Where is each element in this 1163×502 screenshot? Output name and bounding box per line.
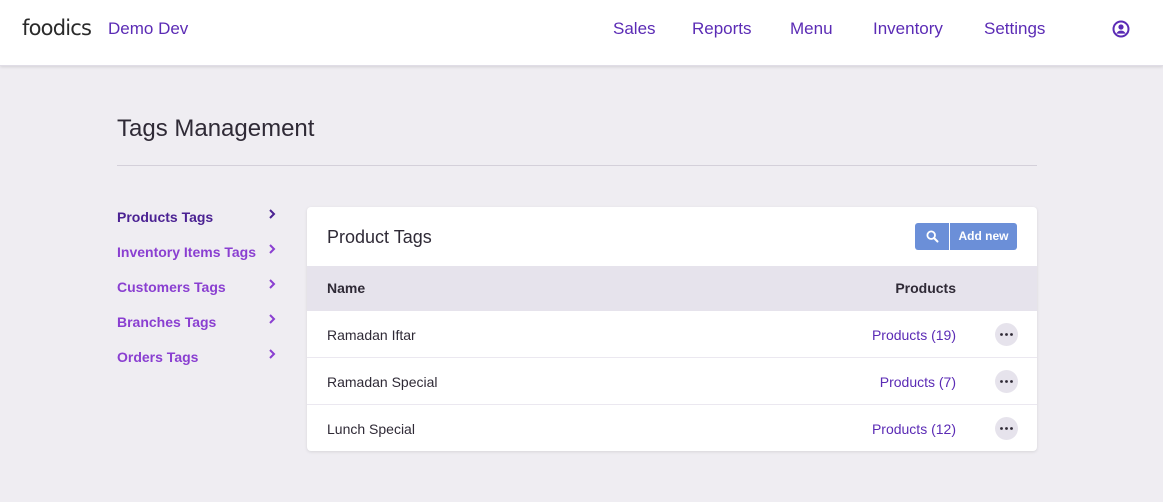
sidebar-item-customers-tags[interactable]: Customers Tags [117,277,279,301]
row-actions-button[interactable] [995,370,1018,393]
products-link[interactable]: Products (19) [872,327,956,343]
sidebar-item-products-tags[interactable]: Products Tags [117,207,279,231]
sidebar-item-orders-tags[interactable]: Orders Tags [117,347,279,371]
product-tags-card: Product Tags Add new Name Products Ramad… [307,207,1037,451]
sidebar-item-label: Customers Tags [117,279,226,295]
user-circle-icon [1112,20,1130,38]
more-horizontal-icon [1000,333,1013,336]
foodics-logo[interactable]: foodics [22,16,92,40]
nav-menu[interactable]: Menu [790,19,833,39]
chevron-right-icon [269,279,276,289]
sidebar-item-label: Branches Tags [117,314,217,330]
top-navbar: foodics Demo Dev Sales Reports Menu Inve… [0,0,1163,66]
nav-reports[interactable]: Reports [692,19,752,39]
nav-inventory[interactable]: Inventory [873,19,943,39]
title-divider [117,165,1037,166]
table-row[interactable]: Ramadan Special Products (7) [307,358,1037,405]
column-header-products[interactable]: Products [895,280,956,296]
tag-name: Lunch Special [327,421,415,437]
table-row[interactable]: Lunch Special Products (12) [307,405,1037,451]
tag-name: Ramadan Iftar [327,327,416,343]
chevron-right-icon [269,349,276,359]
sidebar-item-label: Orders Tags [117,349,199,365]
search-icon [926,230,939,243]
nav-sales[interactable]: Sales [613,19,656,39]
tag-name: Ramadan Special [327,374,438,390]
table-row[interactable]: Ramadan Iftar Products (19) [307,311,1037,358]
sidebar-item-branches-tags[interactable]: Branches Tags [117,312,279,336]
chevron-right-icon [269,209,276,219]
products-link[interactable]: Products (12) [872,421,956,437]
sidebar-item-label: Products Tags [117,209,214,225]
more-horizontal-icon [1000,427,1013,430]
card-title: Product Tags [327,227,432,247]
products-link[interactable]: Products (7) [880,374,956,390]
sidebar-item-inventory-items-tags[interactable]: Inventory Items Tags [117,242,279,266]
row-actions-button[interactable] [995,417,1018,440]
user-menu-button[interactable] [1112,20,1130,38]
page-title: Tags Management [117,115,315,142]
nav-settings[interactable]: Settings [984,19,1045,39]
chevron-right-icon [269,314,276,324]
column-header-name[interactable]: Name [327,280,365,296]
table-header: Name Products [307,266,1037,311]
chevron-right-icon [269,244,276,254]
row-actions-button[interactable] [995,323,1018,346]
add-new-button[interactable]: Add new [950,223,1017,250]
business-name[interactable]: Demo Dev [108,19,188,39]
more-horizontal-icon [1000,380,1013,383]
search-button[interactable] [915,223,949,250]
sidebar-item-label: Inventory Items Tags [117,244,257,260]
